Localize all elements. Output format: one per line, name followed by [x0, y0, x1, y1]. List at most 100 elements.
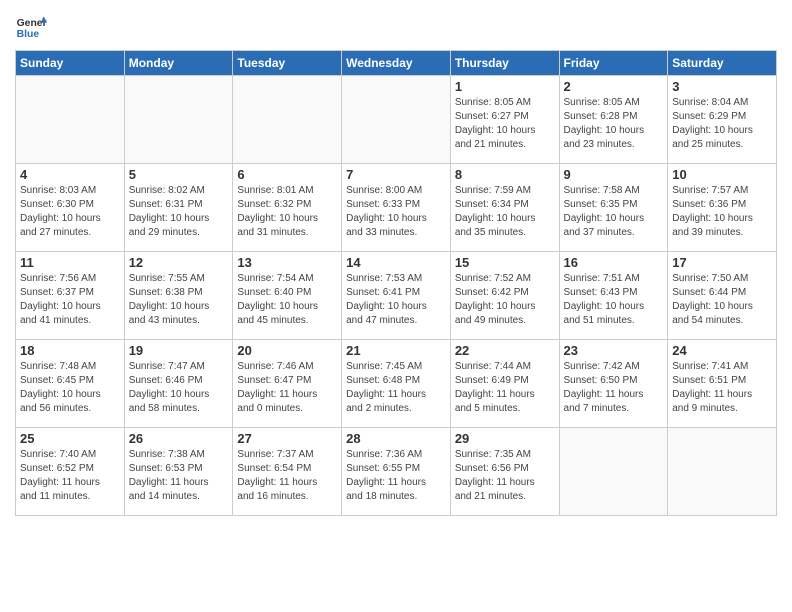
day-info: Sunrise: 7:40 AM Sunset: 6:52 PM Dayligh… — [20, 448, 120, 504]
calendar-cell: 16Sunrise: 7:51 AM Sunset: 6:43 PM Dayli… — [559, 252, 668, 340]
calendar-cell: 20 Sunrise: 7:46 AM Sunset: 6:47 PM Dayli… — [233, 340, 342, 428]
day-number: 25 — [20, 431, 120, 446]
day-info: Sunrise: 7:35 AM Sunset: 6:56 PM Dayligh… — [455, 448, 555, 504]
calendar-table: SundayMondayTuesdayWednesdayThursdayFrid… — [15, 50, 777, 516]
day-info: Sunrise: 7:52 AM Sunset: 6:42 PM Dayligh… — [455, 272, 555, 328]
day-number: 11 — [20, 255, 120, 270]
day-number: 5 — [129, 167, 229, 182]
page-container: General Blue SundayMondayTuesdayWednesda… — [0, 0, 792, 526]
calendar-cell: 7 Sunrise: 8:00 AM Sunset: 6:33 PM Daylig… — [342, 164, 451, 252]
logo: General Blue — [15, 10, 51, 42]
day-info: Sunrise: 7:50 AM Sunset: 6:44 PM Dayligh… — [672, 272, 772, 328]
day-info: Sunrise: 7:53 AM Sunset: 6:41 PM Dayligh… — [346, 272, 446, 328]
day-number: 17 — [672, 255, 772, 270]
calendar-cell: 18 Sunrise: 7:48 AM Sunset: 6:45 PM Dayli… — [16, 340, 125, 428]
day-number: 13 — [237, 255, 337, 270]
calendar-cell: 3 Sunrise: 8:04 AM Sunset: 6:29 PM Daylig… — [668, 76, 777, 164]
weekday-header-wednesday: Wednesday — [342, 51, 451, 76]
day-number: 4 — [20, 167, 120, 182]
calendar-cell — [16, 76, 125, 164]
day-info: Sunrise: 7:57 AM Sunset: 6:36 PM Dayligh… — [672, 184, 772, 240]
day-number: 27 — [237, 431, 337, 446]
calendar-week-row-3: 11 Sunrise: 7:56 AM Sunset: 6:37 PM Dayli… — [16, 252, 777, 340]
day-info: Sunrise: 7:38 AM Sunset: 6:53 PM Dayligh… — [129, 448, 229, 504]
weekday-header-row: SundayMondayTuesdayWednesdayThursdayFrid… — [16, 51, 777, 76]
calendar-cell: 25 Sunrise: 7:40 AM Sunset: 6:52 PM Dayli… — [16, 428, 125, 516]
day-number: 21 — [346, 343, 446, 358]
calendar-cell: 28Sunrise: 7:36 AM Sunset: 6:55 PM Dayli… — [342, 428, 451, 516]
calendar-cell: 15 Sunrise: 7:52 AM Sunset: 6:42 PM Dayli… — [450, 252, 559, 340]
weekday-header-monday: Monday — [124, 51, 233, 76]
day-info: Sunrise: 7:46 AM Sunset: 6:47 PM Dayligh… — [237, 360, 337, 416]
day-info: Sunrise: 8:02 AM Sunset: 6:31 PM Dayligh… — [129, 184, 229, 240]
calendar-week-row-5: 25 Sunrise: 7:40 AM Sunset: 6:52 PM Dayli… — [16, 428, 777, 516]
calendar-cell: 10 Sunrise: 7:57 AM Sunset: 6:36 PM Dayli… — [668, 164, 777, 252]
calendar-cell: 5 Sunrise: 8:02 AM Sunset: 6:31 PM Daylig… — [124, 164, 233, 252]
calendar-cell: 14 Sunrise: 7:53 AM Sunset: 6:41 PM Dayli… — [342, 252, 451, 340]
day-info: Sunrise: 7:48 AM Sunset: 6:45 PM Dayligh… — [20, 360, 120, 416]
day-number: 14 — [346, 255, 446, 270]
day-number: 7 — [346, 167, 446, 182]
day-info: Sunrise: 7:42 AM Sunset: 6:50 PM Dayligh… — [564, 360, 664, 416]
calendar-cell: 4 Sunrise: 8:03 AM Sunset: 6:30 PM Daylig… — [16, 164, 125, 252]
day-number: 24 — [672, 343, 772, 358]
calendar-cell: 9Sunrise: 7:58 AM Sunset: 6:35 PM Daylig… — [559, 164, 668, 252]
day-number: 9 — [564, 167, 664, 182]
day-number: 2 — [564, 79, 664, 94]
logo-icon: General Blue — [15, 10, 47, 42]
calendar-cell — [559, 428, 668, 516]
calendar-cell: 17 Sunrise: 7:50 AM Sunset: 6:44 PM Dayli… — [668, 252, 777, 340]
day-number: 20 — [237, 343, 337, 358]
calendar-cell: 27Sunrise: 7:37 AM Sunset: 6:54 PM Dayli… — [233, 428, 342, 516]
calendar-cell: 26 Sunrise: 7:38 AM Sunset: 6:53 PM Dayli… — [124, 428, 233, 516]
day-info: Sunrise: 8:03 AM Sunset: 6:30 PM Dayligh… — [20, 184, 120, 240]
day-number: 26 — [129, 431, 229, 446]
day-number: 29 — [455, 431, 555, 446]
weekday-header-sunday: Sunday — [16, 51, 125, 76]
calendar-cell: 2Sunrise: 8:05 AM Sunset: 6:28 PM Daylig… — [559, 76, 668, 164]
day-number: 18 — [20, 343, 120, 358]
day-info: Sunrise: 8:01 AM Sunset: 6:32 PM Dayligh… — [237, 184, 337, 240]
day-number: 6 — [237, 167, 337, 182]
day-info: Sunrise: 7:47 AM Sunset: 6:46 PM Dayligh… — [129, 360, 229, 416]
day-number: 23 — [564, 343, 664, 358]
day-number: 3 — [672, 79, 772, 94]
calendar-cell: 12 Sunrise: 7:55 AM Sunset: 6:38 PM Dayli… — [124, 252, 233, 340]
day-info: Sunrise: 7:41 AM Sunset: 6:51 PM Dayligh… — [672, 360, 772, 416]
calendar-cell: 22 Sunrise: 7:44 AM Sunset: 6:49 PM Dayli… — [450, 340, 559, 428]
day-number: 12 — [129, 255, 229, 270]
calendar-cell — [668, 428, 777, 516]
calendar-cell: 11 Sunrise: 7:56 AM Sunset: 6:37 PM Dayli… — [16, 252, 125, 340]
calendar-cell: 8 Sunrise: 7:59 AM Sunset: 6:34 PM Daylig… — [450, 164, 559, 252]
day-info: Sunrise: 7:59 AM Sunset: 6:34 PM Dayligh… — [455, 184, 555, 240]
day-number: 22 — [455, 343, 555, 358]
day-info: Sunrise: 7:54 AM Sunset: 6:40 PM Dayligh… — [237, 272, 337, 328]
day-info: Sunrise: 7:55 AM Sunset: 6:38 PM Dayligh… — [129, 272, 229, 328]
calendar-cell: 1 Sunrise: 8:05 AM Sunset: 6:27 PM Daylig… — [450, 76, 559, 164]
calendar-cell — [124, 76, 233, 164]
day-info: Sunrise: 7:44 AM Sunset: 6:49 PM Dayligh… — [455, 360, 555, 416]
calendar-cell: 24 Sunrise: 7:41 AM Sunset: 6:51 PM Dayli… — [668, 340, 777, 428]
header: General Blue — [15, 10, 777, 42]
day-number: 15 — [455, 255, 555, 270]
day-info: Sunrise: 7:45 AM Sunset: 6:48 PM Dayligh… — [346, 360, 446, 416]
weekday-header-thursday: Thursday — [450, 51, 559, 76]
calendar-week-row-2: 4 Sunrise: 8:03 AM Sunset: 6:30 PM Daylig… — [16, 164, 777, 252]
calendar-cell — [233, 76, 342, 164]
calendar-week-row-1: 1 Sunrise: 8:05 AM Sunset: 6:27 PM Daylig… — [16, 76, 777, 164]
day-number: 10 — [672, 167, 772, 182]
day-number: 8 — [455, 167, 555, 182]
day-info: Sunrise: 8:00 AM Sunset: 6:33 PM Dayligh… — [346, 184, 446, 240]
weekday-header-saturday: Saturday — [668, 51, 777, 76]
day-info: Sunrise: 7:56 AM Sunset: 6:37 PM Dayligh… — [20, 272, 120, 328]
day-info: Sunrise: 8:05 AM Sunset: 6:27 PM Dayligh… — [455, 96, 555, 152]
calendar-cell: 29 Sunrise: 7:35 AM Sunset: 6:56 PM Dayli… — [450, 428, 559, 516]
day-info: Sunrise: 8:04 AM Sunset: 6:29 PM Dayligh… — [672, 96, 772, 152]
calendar-cell: 23 Sunrise: 7:42 AM Sunset: 6:50 PM Dayli… — [559, 340, 668, 428]
day-number: 1 — [455, 79, 555, 94]
weekday-header-friday: Friday — [559, 51, 668, 76]
day-info: Sunrise: 7:36 AM Sunset: 6:55 PM Dayligh… — [346, 448, 446, 504]
svg-text:Blue: Blue — [17, 29, 40, 40]
calendar-cell — [342, 76, 451, 164]
calendar-cell: 21 Sunrise: 7:45 AM Sunset: 6:48 PM Dayli… — [342, 340, 451, 428]
